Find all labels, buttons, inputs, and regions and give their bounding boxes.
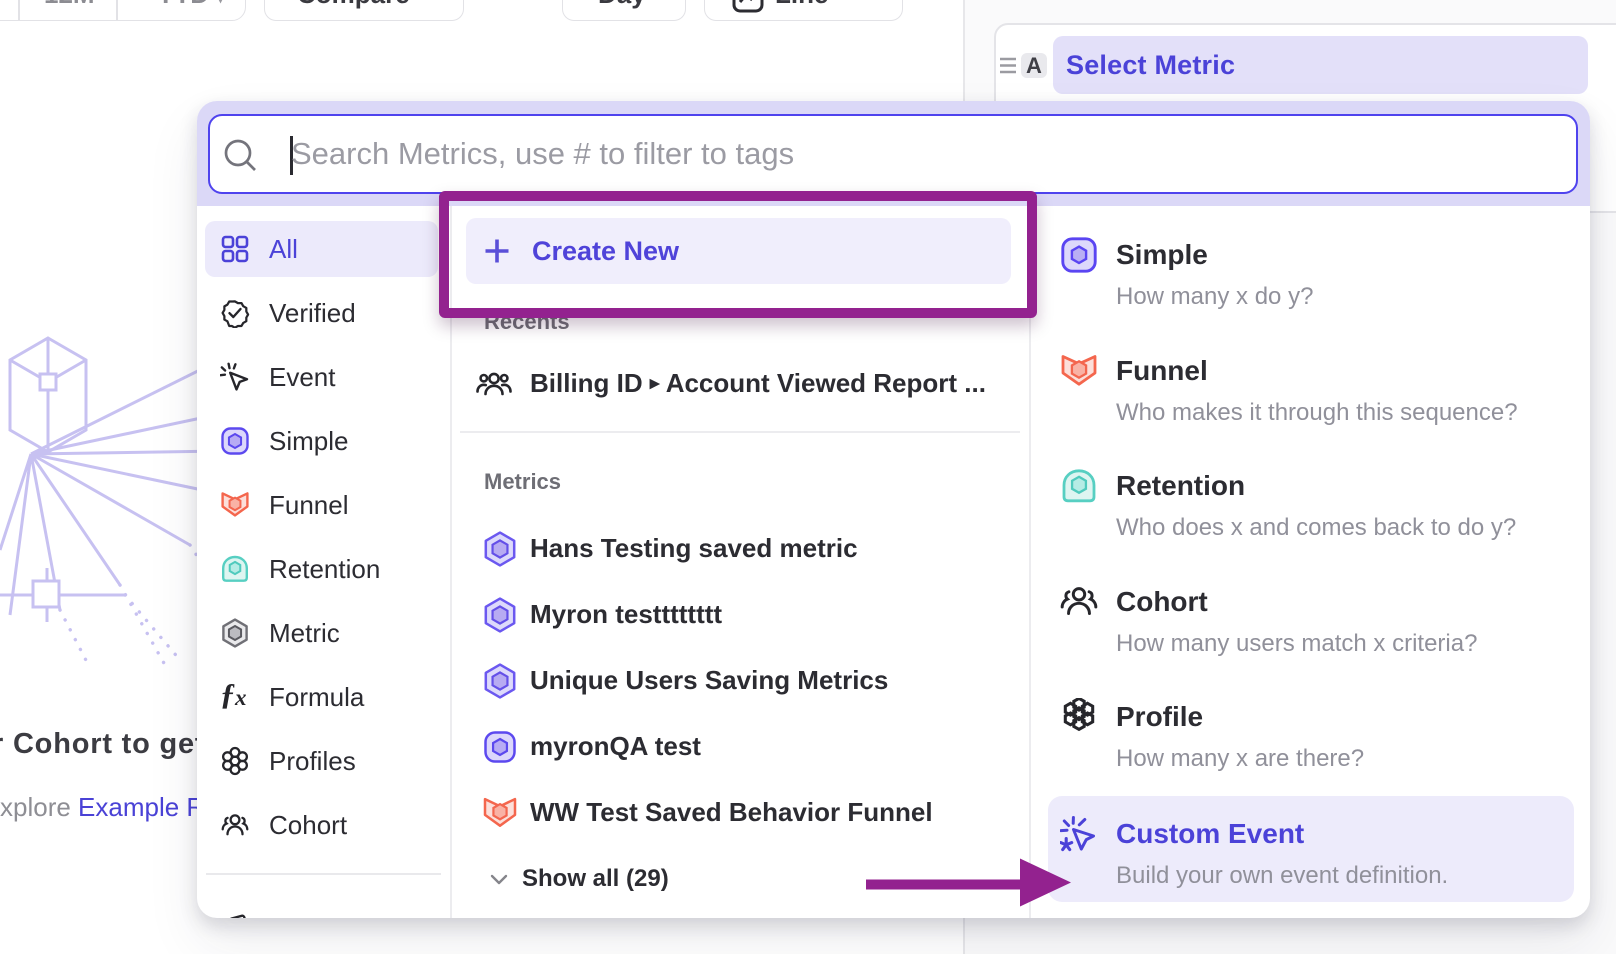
svg-text:x: x: [234, 685, 247, 710]
svg-text:ƒ: ƒ: [220, 676, 236, 711]
